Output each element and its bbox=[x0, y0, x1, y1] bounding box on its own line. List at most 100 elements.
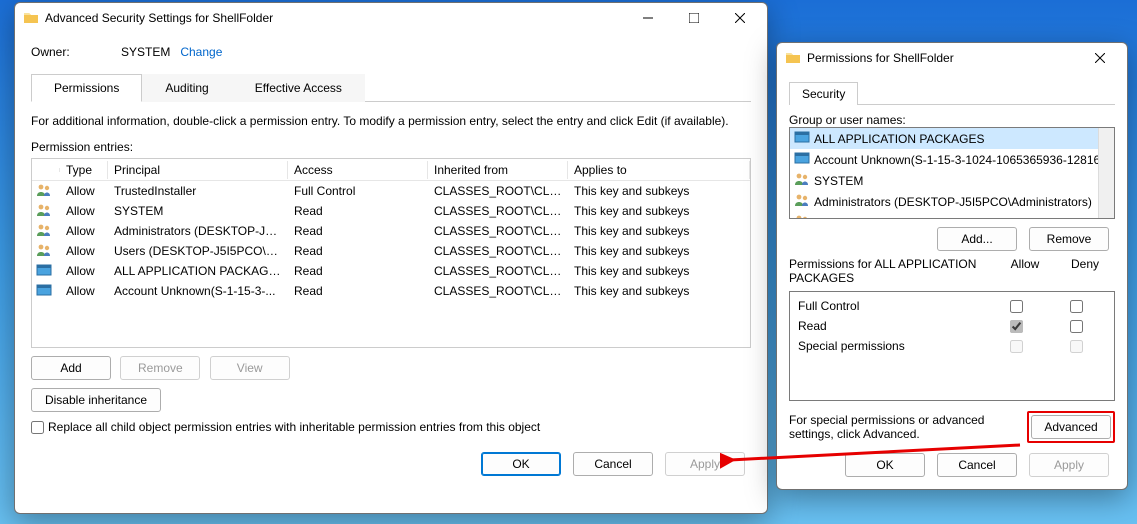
principal-icon bbox=[32, 280, 60, 303]
info-text: For additional information, double-click… bbox=[31, 114, 751, 128]
cell-access: Read bbox=[288, 262, 428, 280]
list-item-label: SYSTEM bbox=[814, 174, 863, 188]
group-listbox[interactable]: ALL APPLICATION PACKAGES Account Unknown(… bbox=[789, 127, 1115, 219]
minimize-button[interactable] bbox=[625, 3, 671, 33]
col-type[interactable]: Type bbox=[60, 161, 108, 179]
list-item[interactable]: SYSTEM bbox=[790, 170, 1114, 191]
cell-type: Allow bbox=[60, 242, 108, 260]
list-item[interactable]: ALL APPLICATION PACKAGES bbox=[790, 128, 1114, 149]
table-row[interactable]: AllowSYSTEMReadCLASSES_ROOT\CLSID\...Thi… bbox=[32, 201, 750, 221]
tab-effective-access[interactable]: Effective Access bbox=[232, 74, 365, 102]
cell-applies: This key and subkeys bbox=[568, 242, 750, 260]
group-label: Group or user names: bbox=[789, 113, 1115, 127]
cell-applies: This key and subkeys bbox=[568, 262, 750, 280]
principal-icon bbox=[794, 192, 810, 211]
close-button[interactable] bbox=[1077, 43, 1123, 73]
special-permissions-text: For special permissions or advanced sett… bbox=[789, 413, 1027, 441]
cell-applies: This key and subkeys bbox=[568, 202, 750, 220]
list-item-label: Users (DESKTOP-J5I5PCO\Users) bbox=[814, 216, 1001, 220]
cell-principal: SYSTEM bbox=[108, 202, 288, 220]
allow-checkbox[interactable] bbox=[1010, 320, 1023, 333]
titlebar[interactable]: Advanced Security Settings for ShellFold… bbox=[15, 3, 767, 33]
window-title: Advanced Security Settings for ShellFold… bbox=[45, 11, 625, 25]
col-access[interactable]: Access bbox=[288, 161, 428, 179]
permission-row: Special permissions bbox=[798, 336, 1106, 356]
table-row[interactable]: AllowAccount Unknown(S-1-15-3-...ReadCLA… bbox=[32, 281, 750, 301]
cell-applies: This key and subkeys bbox=[568, 282, 750, 300]
cell-inherited: CLASSES_ROOT\CLSID\... bbox=[428, 202, 568, 220]
cell-applies: This key and subkeys bbox=[568, 222, 750, 240]
permission-entries-table[interactable]: Type Principal Access Inherited from App… bbox=[31, 158, 751, 348]
add-button[interactable]: Add bbox=[31, 356, 111, 380]
folder-icon bbox=[785, 50, 801, 66]
deny-checkbox[interactable] bbox=[1070, 300, 1083, 313]
permissions-grid: Full Control Read Special permissions bbox=[789, 291, 1115, 401]
permission-name: Special permissions bbox=[798, 339, 986, 353]
replace-child-checkbox[interactable] bbox=[31, 421, 44, 434]
cell-applies: This key and subkeys bbox=[568, 182, 750, 200]
col-applies[interactable]: Applies to bbox=[568, 161, 750, 179]
table-row[interactable]: AllowUsers (DESKTOP-J5I5PCO\Use...ReadCL… bbox=[32, 241, 750, 261]
cell-inherited: CLASSES_ROOT\CLSID\... bbox=[428, 242, 568, 260]
ok-button[interactable]: OK bbox=[481, 452, 561, 476]
ok-button[interactable]: OK bbox=[845, 453, 925, 477]
cancel-button[interactable]: Cancel bbox=[937, 453, 1017, 477]
principal-icon bbox=[794, 150, 810, 169]
cell-principal: TrustedInstaller bbox=[108, 182, 288, 200]
cell-principal: Administrators (DESKTOP-J5I5... bbox=[108, 222, 288, 240]
apply-button: Apply bbox=[1029, 453, 1109, 477]
col-principal[interactable]: Principal bbox=[108, 161, 288, 179]
advanced-button[interactable]: Advanced bbox=[1031, 415, 1111, 439]
permission-name: Full Control bbox=[798, 299, 986, 313]
disable-inheritance-button[interactable]: Disable inheritance bbox=[31, 388, 161, 412]
folder-icon bbox=[23, 10, 39, 26]
cell-inherited: CLASSES_ROOT\CLSID\... bbox=[428, 262, 568, 280]
permissions-for-label: Permissions for ALL APPLICATION PACKAGES bbox=[789, 257, 995, 285]
principal-icon bbox=[794, 129, 810, 148]
allow-checkbox bbox=[1010, 340, 1023, 353]
permission-name: Read bbox=[798, 319, 986, 333]
principal-icon bbox=[794, 213, 810, 219]
maximize-button[interactable] bbox=[671, 3, 717, 33]
col-deny: Deny bbox=[1055, 257, 1115, 285]
table-row[interactable]: AllowALL APPLICATION PACKAGESReadCLASSES… bbox=[32, 261, 750, 281]
allow-checkbox[interactable] bbox=[1010, 300, 1023, 313]
scrollbar[interactable] bbox=[1098, 128, 1114, 218]
cell-type: Allow bbox=[60, 222, 108, 240]
apply-button: Apply bbox=[665, 452, 745, 476]
cell-principal: Users (DESKTOP-J5I5PCO\Use... bbox=[108, 242, 288, 260]
cell-inherited: CLASSES_ROOT\CLSID\... bbox=[428, 222, 568, 240]
remove-button: Remove bbox=[120, 356, 200, 380]
permission-row: Full Control bbox=[798, 296, 1106, 316]
table-row[interactable]: AllowAdministrators (DESKTOP-J5I5...Read… bbox=[32, 221, 750, 241]
cell-type: Allow bbox=[60, 202, 108, 220]
col-inherited[interactable]: Inherited from bbox=[428, 161, 568, 179]
tab-auditing[interactable]: Auditing bbox=[142, 74, 231, 102]
list-item[interactable]: Users (DESKTOP-J5I5PCO\Users) bbox=[790, 212, 1114, 219]
table-row[interactable]: AllowTrustedInstallerFull ControlCLASSES… bbox=[32, 181, 750, 201]
cell-inherited: CLASSES_ROOT\CLSID\... bbox=[428, 182, 568, 200]
permissions-window: Permissions for ShellFolder Security Gro… bbox=[776, 42, 1128, 490]
close-button[interactable] bbox=[717, 3, 763, 33]
replace-child-label: Replace all child object permission entr… bbox=[48, 420, 540, 434]
cell-access: Read bbox=[288, 242, 428, 260]
highlight-box: Advanced bbox=[1027, 411, 1115, 443]
cell-access: Read bbox=[288, 202, 428, 220]
owner-value: SYSTEM bbox=[121, 45, 170, 59]
add-button[interactable]: Add... bbox=[937, 227, 1017, 251]
list-item[interactable]: Account Unknown(S-1-15-3-1024-1065365936… bbox=[790, 149, 1114, 170]
cell-type: Allow bbox=[60, 182, 108, 200]
cell-access: Read bbox=[288, 222, 428, 240]
col-allow: Allow bbox=[995, 257, 1055, 285]
entries-label: Permission entries: bbox=[31, 140, 751, 154]
change-owner-link[interactable]: Change bbox=[180, 45, 222, 59]
remove-button[interactable]: Remove bbox=[1029, 227, 1109, 251]
owner-label: Owner: bbox=[31, 45, 121, 59]
list-item-label: Account Unknown(S-1-15-3-1024-1065365936… bbox=[814, 153, 1114, 167]
tab-security[interactable]: Security bbox=[789, 82, 858, 105]
titlebar[interactable]: Permissions for ShellFolder bbox=[777, 43, 1127, 73]
list-item[interactable]: Administrators (DESKTOP-J5I5PCO\Administ… bbox=[790, 191, 1114, 212]
cancel-button[interactable]: Cancel bbox=[573, 452, 653, 476]
tab-permissions[interactable]: Permissions bbox=[31, 74, 142, 102]
deny-checkbox[interactable] bbox=[1070, 320, 1083, 333]
